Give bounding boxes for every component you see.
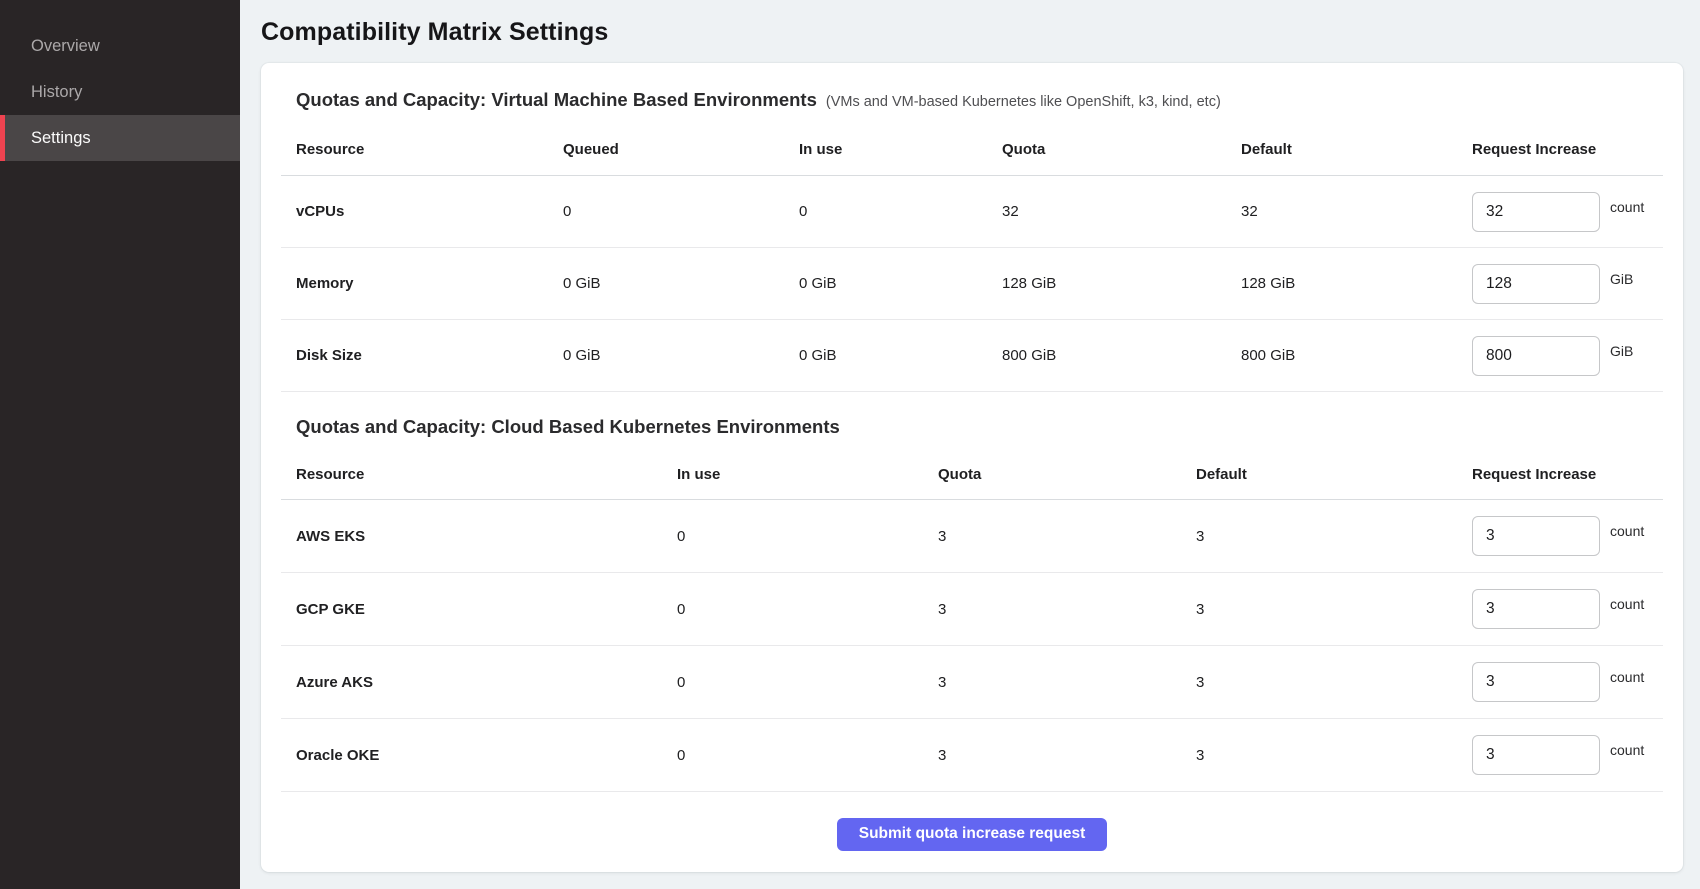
in-use-value: 0 xyxy=(677,601,938,618)
quota-value: 3 xyxy=(938,601,1196,618)
vm-section-title: Quotas and Capacity: Virtual Machine Bas… xyxy=(296,89,817,111)
sidebar-item-settings[interactable]: Settings xyxy=(0,115,240,161)
in-use-value: 0 xyxy=(677,528,938,545)
unit-label: GiB xyxy=(1610,271,1633,287)
in-use-value: 0 xyxy=(799,203,1002,220)
settings-card: Quotas and Capacity: Virtual Machine Bas… xyxy=(261,63,1683,872)
resource-name: Memory xyxy=(296,275,563,292)
disk-size-request-increase-input[interactable] xyxy=(1472,336,1600,376)
unit-label: count xyxy=(1610,523,1644,539)
vcpus-request-increase-input[interactable] xyxy=(1472,192,1600,232)
sidebar: Overview History Settings xyxy=(0,0,240,889)
default-value: 32 xyxy=(1241,203,1472,220)
default-value: 128 GiB xyxy=(1241,275,1472,292)
quota-value: 800 GiB xyxy=(1002,347,1241,364)
in-use-value: 0 xyxy=(677,747,938,764)
default-value: 800 GiB xyxy=(1241,347,1472,364)
azure-aks-request-increase-input[interactable] xyxy=(1472,662,1600,702)
table-row-memory: Memory 0 GiB 0 GiB 128 GiB 128 GiB GiB xyxy=(281,248,1663,320)
sidebar-item-label: Overview xyxy=(31,37,100,56)
unit-label: count xyxy=(1610,596,1644,612)
sidebar-item-overview[interactable]: Overview xyxy=(0,23,240,69)
col-in-use: In use xyxy=(799,141,1002,158)
quota-value: 128 GiB xyxy=(1002,275,1241,292)
k8s-section-title: Quotas and Capacity: Cloud Based Kuberne… xyxy=(296,416,840,438)
col-in-use: In use xyxy=(677,466,938,483)
oracle-oke-request-increase-input[interactable] xyxy=(1472,735,1600,775)
in-use-value: 0 xyxy=(677,674,938,691)
k8s-quota-table: Resource In use Quota Default Request In… xyxy=(281,450,1663,792)
unit-label: GiB xyxy=(1610,343,1633,359)
unit-label: count xyxy=(1610,742,1644,758)
memory-request-increase-input[interactable] xyxy=(1472,264,1600,304)
sidebar-item-label: History xyxy=(31,83,82,102)
default-value: 3 xyxy=(1196,674,1472,691)
col-default: Default xyxy=(1196,466,1472,483)
col-request-increase: Request Increase xyxy=(1472,466,1663,483)
table-row-azure-aks: Azure AKS 0 3 3 count xyxy=(281,646,1663,719)
table-row-disk-size: Disk Size 0 GiB 0 GiB 800 GiB 800 GiB Gi… xyxy=(281,320,1663,392)
quota-value: 32 xyxy=(1002,203,1241,220)
k8s-section-heading: Quotas and Capacity: Cloud Based Kuberne… xyxy=(281,392,1663,438)
table-row-oracle-oke: Oracle OKE 0 3 3 count xyxy=(281,719,1663,792)
vm-section-subtitle: (VMs and VM-based Kubernetes like OpenSh… xyxy=(826,94,1221,110)
table-row-vcpus: vCPUs 0 0 32 32 count xyxy=(281,176,1663,248)
submit-quota-increase-button[interactable]: Submit quota increase request xyxy=(837,818,1108,851)
unit-label: count xyxy=(1610,669,1644,685)
queued-value: 0 GiB xyxy=(563,275,799,292)
aws-eks-request-increase-input[interactable] xyxy=(1472,516,1600,556)
col-queued: Queued xyxy=(563,141,799,158)
quota-value: 3 xyxy=(938,747,1196,764)
k8s-table-header: Resource In use Quota Default Request In… xyxy=(281,450,1663,500)
col-request-increase: Request Increase xyxy=(1472,141,1663,158)
default-value: 3 xyxy=(1196,601,1472,618)
submit-button-row: Submit quota increase request xyxy=(281,792,1663,872)
queued-value: 0 xyxy=(563,203,799,220)
vm-table-header: Resource Queued In use Quota Default Req… xyxy=(281,123,1663,176)
col-resource: Resource xyxy=(296,466,677,483)
sidebar-item-label: Settings xyxy=(31,129,91,148)
unit-label: count xyxy=(1610,199,1644,215)
resource-name: vCPUs xyxy=(296,203,563,220)
vm-quota-table: Resource Queued In use Quota Default Req… xyxy=(281,123,1663,392)
col-quota: Quota xyxy=(1002,141,1241,158)
col-default: Default xyxy=(1241,141,1472,158)
resource-name: Oracle OKE xyxy=(296,747,677,764)
default-value: 3 xyxy=(1196,747,1472,764)
active-indicator-bar xyxy=(0,115,5,161)
resource-name: Disk Size xyxy=(296,347,563,364)
in-use-value: 0 GiB xyxy=(799,275,1002,292)
page-title: Compatibility Matrix Settings xyxy=(261,18,1683,47)
resource-name: GCP GKE xyxy=(296,601,677,618)
quota-value: 3 xyxy=(938,674,1196,691)
vm-section-heading: Quotas and Capacity: Virtual Machine Bas… xyxy=(281,63,1663,111)
default-value: 3 xyxy=(1196,528,1472,545)
col-quota: Quota xyxy=(938,466,1196,483)
resource-name: AWS EKS xyxy=(296,528,677,545)
table-row-gcp-gke: GCP GKE 0 3 3 count xyxy=(281,573,1663,646)
table-row-aws-eks: AWS EKS 0 3 3 count xyxy=(281,500,1663,573)
queued-value: 0 GiB xyxy=(563,347,799,364)
main-content: Compatibility Matrix Settings Quotas and… xyxy=(240,0,1700,889)
sidebar-item-history[interactable]: History xyxy=(0,69,240,115)
resource-name: Azure AKS xyxy=(296,674,677,691)
gcp-gke-request-increase-input[interactable] xyxy=(1472,589,1600,629)
in-use-value: 0 GiB xyxy=(799,347,1002,364)
col-resource: Resource xyxy=(296,141,563,158)
quota-value: 3 xyxy=(938,528,1196,545)
